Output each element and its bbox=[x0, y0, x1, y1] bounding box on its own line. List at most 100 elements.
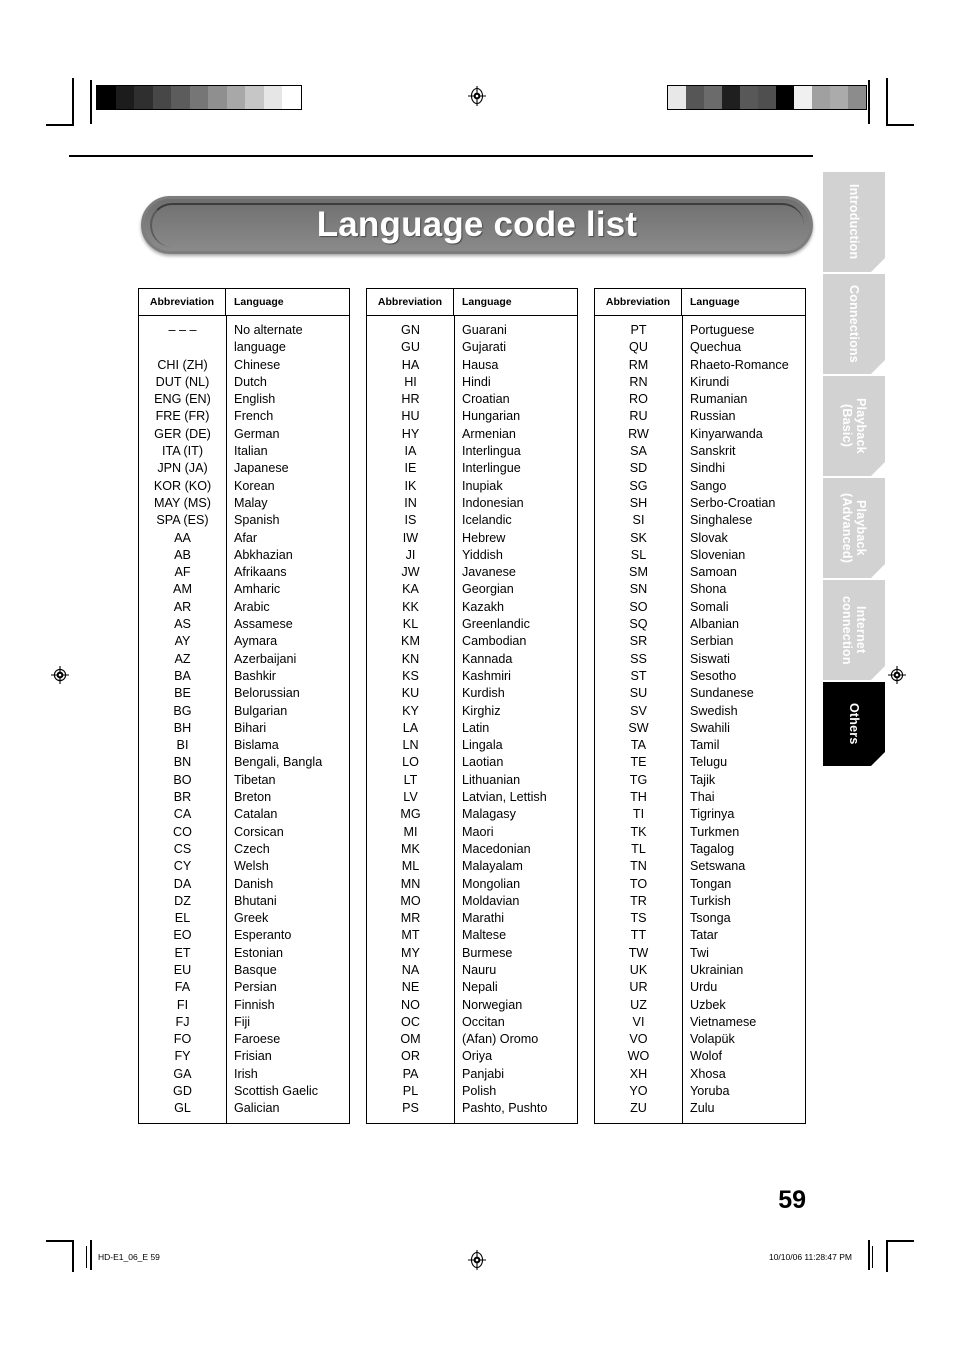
cell-abbreviation: LO bbox=[402, 755, 419, 770]
table-row: TW Twi bbox=[595, 945, 805, 962]
cell-abbreviation: KOR (KO) bbox=[153, 478, 212, 493]
side-tab-playback-advanced[interactable]: Playback (Advanced) bbox=[823, 478, 885, 578]
cell-language: German bbox=[234, 426, 280, 441]
side-tab-internet-connection[interactable]: Internet connection bbox=[823, 580, 885, 680]
table-row: SM Samoan bbox=[595, 564, 805, 581]
cell-language: Bulgarian bbox=[234, 703, 288, 718]
side-tab-playback-basic[interactable]: Playback (Basic) bbox=[823, 376, 885, 476]
cell-language: Samoan bbox=[690, 565, 737, 580]
table-row: FRE (FR) French bbox=[139, 408, 349, 425]
cell-abbreviation: AZ bbox=[174, 651, 191, 666]
cell-abbreviation: CS bbox=[173, 841, 192, 856]
cell-language: Turkmen bbox=[690, 824, 740, 839]
table-row: JI Yiddish bbox=[367, 547, 577, 564]
table-row: BA Bashkir bbox=[139, 668, 349, 685]
cell-abbreviation: IW bbox=[402, 530, 419, 545]
cell-abbreviation: AA bbox=[174, 530, 191, 545]
cell-abbreviation: CA bbox=[173, 807, 192, 822]
table-row: TE Telugu bbox=[595, 754, 805, 771]
table-row: CHI (ZH) Chinese bbox=[139, 357, 349, 374]
table-row: OR Oriya bbox=[367, 1048, 577, 1065]
cell-language: Greek bbox=[234, 911, 269, 926]
cell-abbreviation: SK bbox=[630, 530, 647, 545]
cell-abbreviation: SM bbox=[629, 565, 648, 580]
table-row: FA Persian bbox=[139, 979, 349, 996]
table-row: TO Tongan bbox=[595, 876, 805, 893]
table-row: IN Indonesian bbox=[367, 495, 577, 512]
table-row: GN Guarani bbox=[367, 322, 577, 339]
cell-abbreviation: ITA (IT) bbox=[161, 444, 204, 459]
cell-language: Maltese bbox=[462, 928, 507, 943]
page-number: 59 bbox=[778, 1186, 806, 1214]
cell-language: Sundanese bbox=[690, 686, 754, 701]
table-row: TR Turkish bbox=[595, 893, 805, 910]
grayscale-swatch bbox=[740, 86, 758, 109]
cell-abbreviation: BO bbox=[173, 772, 192, 787]
cell-language: Moldavian bbox=[462, 893, 520, 908]
cell-abbreviation: TN bbox=[630, 859, 647, 874]
side-tab-others[interactable]: Others bbox=[823, 682, 885, 766]
cell-language: Russian bbox=[690, 409, 736, 424]
cell-abbreviation: SL bbox=[630, 547, 647, 562]
table-body: GN Guarani GU Gujarati HA Hausa HI Hindi HR Croat… bbox=[367, 316, 577, 1123]
cell-language: Frisian bbox=[234, 1049, 272, 1064]
cell-language: Malay bbox=[234, 495, 268, 510]
cell-abbreviation: JI bbox=[405, 547, 416, 562]
cell-abbreviation: MT bbox=[401, 928, 420, 943]
cell-abbreviation: AS bbox=[174, 617, 191, 632]
grayscale-bar-left bbox=[96, 85, 302, 110]
cell-language: Breton bbox=[234, 790, 272, 805]
cell-language: Cambodian bbox=[462, 634, 527, 649]
table-row: XH Xhosa bbox=[595, 1066, 805, 1083]
cell-abbreviation: TW bbox=[628, 945, 649, 960]
side-tab-introduction[interactable]: Introduction bbox=[823, 172, 885, 272]
cell-abbreviation: RN bbox=[629, 374, 648, 389]
cell-language: Guarani bbox=[462, 323, 507, 337]
cell-language: Georgian bbox=[462, 582, 514, 597]
table-row: SI Singhalese bbox=[595, 512, 805, 529]
cell-language: Turkish bbox=[690, 893, 731, 908]
table-row: GER (DE) German bbox=[139, 426, 349, 443]
cell-abbreviation: BN bbox=[173, 755, 192, 770]
table-row: LV Latvian, Lettish bbox=[367, 789, 577, 806]
cell-language: Belorussian bbox=[234, 686, 300, 701]
table-row: SV Swedish bbox=[595, 703, 805, 720]
cell-abbreviation: AR bbox=[173, 599, 192, 614]
grayscale-swatch bbox=[152, 86, 172, 109]
cell-language: Korean bbox=[234, 478, 275, 493]
table-row: SPA (ES) Spanish bbox=[139, 512, 349, 529]
cell-language: Chinese bbox=[234, 357, 281, 372]
cell-language: Quechua bbox=[690, 340, 742, 355]
table-row: KY Kirghiz bbox=[367, 703, 577, 720]
column-header-abbreviation: Abbreviation bbox=[595, 289, 682, 315]
cell-abbreviation: IN bbox=[404, 495, 417, 510]
cell-abbreviation: FI bbox=[176, 997, 189, 1012]
cell-abbreviation: GA bbox=[173, 1066, 192, 1081]
crop-mark-top-left-h bbox=[46, 124, 72, 126]
cell-language: Tamil bbox=[690, 738, 720, 753]
grayscale-swatch bbox=[171, 86, 190, 109]
grayscale-swatch bbox=[97, 86, 116, 109]
cell-language: Nauru bbox=[462, 962, 497, 977]
side-tab-label: Introduction bbox=[847, 184, 861, 260]
cell-language: Lingala bbox=[462, 738, 503, 753]
cell-language: Basque bbox=[234, 962, 277, 977]
cell-abbreviation: PT bbox=[630, 323, 647, 337]
cell-abbreviation: TE bbox=[630, 755, 647, 770]
table-row: DZ Bhutani bbox=[139, 893, 349, 910]
grayscale-swatch bbox=[208, 86, 227, 109]
cell-language: Amharic bbox=[234, 582, 281, 597]
cell-abbreviation: BA bbox=[174, 668, 191, 683]
cell-abbreviation: JW bbox=[401, 565, 420, 580]
side-tab-connections[interactable]: Connections bbox=[823, 274, 885, 374]
footer-file-reference: HD-E1_06_E 59 bbox=[98, 1252, 160, 1262]
table-row: SW Swahili bbox=[595, 720, 805, 737]
registration-target-bottom bbox=[467, 1250, 487, 1270]
grayscale-swatch bbox=[245, 86, 264, 109]
table-row: SH Serbo-Croatian bbox=[595, 495, 805, 512]
table-row: TG Tajik bbox=[595, 772, 805, 789]
cell-abbreviation: TO bbox=[629, 876, 648, 891]
crop-mark-bottom-left-v bbox=[72, 1240, 74, 1272]
table-row: HU Hungarian bbox=[367, 408, 577, 425]
cell-language: Faroese bbox=[234, 1032, 281, 1047]
